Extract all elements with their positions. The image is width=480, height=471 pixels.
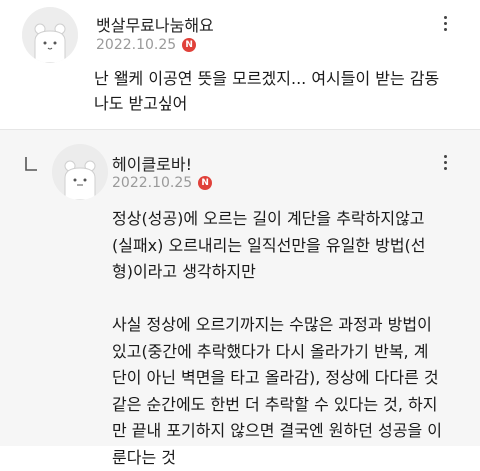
comment-line: 사실 정상에 오르기까지는 수많은 과정과 방법이 <box>112 312 442 339</box>
new-badge: N <box>182 38 196 52</box>
comment-line: 단이 아닌 벽면을 타고 올라감), 정상에 다다른 것 <box>112 365 442 392</box>
bear-avatar-icon <box>22 7 78 63</box>
comment-line: 난 왤케 이공연 뜻을 모르겠지... 여시들이 받는 감동 <box>94 66 439 91</box>
comment-meta: 2022.10.25 N <box>96 37 196 53</box>
comment-body: 정상(성공)에 오르는 길이 계단을 추락하지않고 (실패x) 오르내리는 일직… <box>112 206 442 471</box>
comment-line: (실패x) 오르내리는 일직선만을 유일한 방법(선 <box>112 233 442 260</box>
comment-line: 정상(성공)에 오르는 길이 계단을 추락하지않고 <box>112 206 442 233</box>
comment-date: 2022.10.25 <box>96 37 176 53</box>
comment-line: 나도 받고싶어 <box>94 91 439 116</box>
comment-line <box>112 286 442 313</box>
comment-meta: 2022.10.25 N <box>112 175 212 191</box>
comment-line: 룬다는 것 <box>112 445 442 471</box>
comment-line: 있고(중간에 추락했다가 다시 올라가기 반복, 계 <box>112 339 442 366</box>
comment-body: 난 왤케 이공연 뜻을 모르겠지... 여시들이 받는 감동 나도 받고싶어 <box>94 66 439 116</box>
avatar[interactable] <box>22 7 78 63</box>
username[interactable]: 뱃살무료나눔해요 <box>96 12 214 36</box>
comment: 뱃살무료나눔해요 2022.10.25 N 난 왤케 이공연 뜻을 모르겠지..… <box>0 0 480 129</box>
more-options-icon[interactable] <box>436 155 454 170</box>
comment-date: 2022.10.25 <box>112 175 192 191</box>
avatar[interactable] <box>52 144 108 200</box>
comment-line: 형)이라고 생각하지만 <box>112 259 442 286</box>
comment-line: 같은 순간에도 한번 더 추락할 수 있다는 것, 하지 <box>112 392 442 419</box>
bear-avatar-icon <box>52 144 108 200</box>
new-badge: N <box>198 176 212 190</box>
comment-line: 만 끝내 포기하지 않으면 결국엔 원하던 성공을 이 <box>112 418 442 445</box>
more-options-icon[interactable] <box>436 16 454 31</box>
reply-arrow-icon <box>24 156 38 172</box>
username[interactable]: 헤이클로바! <box>112 151 192 175</box>
